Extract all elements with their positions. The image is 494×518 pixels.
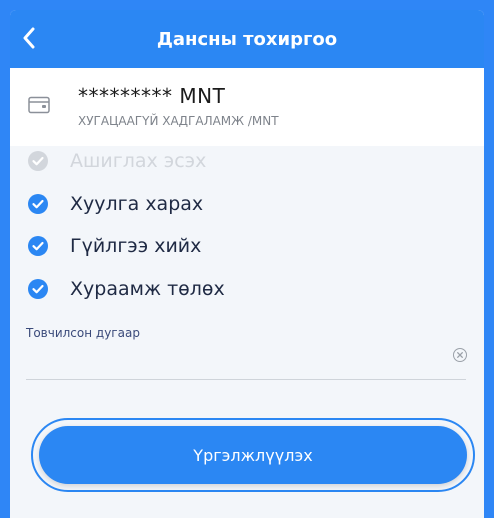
header-bar: Дансны тохиргоо — [10, 10, 484, 68]
permission-label: Хураамж төлөх — [70, 278, 225, 300]
permission-use-account: Ашиглах эсэх — [28, 149, 206, 173]
permission-pay-fee[interactable]: Хураамж төлөх — [28, 277, 225, 301]
account-settings-screen: Дансны тохиргоо ********* MNT ХУГАЦААГҮЙ… — [10, 10, 484, 518]
account-card: ********* MNT ХУГАЦААГҮЙ ХАДГАЛАМЖ /MNT — [10, 68, 484, 146]
back-button[interactable] — [16, 24, 42, 52]
short-number-input[interactable] — [26, 344, 466, 380]
permission-make-transaction[interactable]: Гүйлгээ хийх — [28, 234, 201, 258]
permission-view-statement[interactable]: Хуулга харах — [28, 192, 203, 216]
permission-label: Ашиглах эсэх — [70, 150, 207, 172]
check-circle-icon[interactable] — [28, 194, 48, 214]
continue-button[interactable]: Үргэлжлүүлэх — [39, 426, 467, 484]
account-type: ХУГАЦААГҮЙ ХАДГАЛАМЖ /MNT — [78, 114, 279, 128]
chevron-left-icon — [23, 27, 35, 49]
page-title: Дансны тохиргоо — [156, 28, 338, 50]
clear-icon[interactable] — [452, 347, 468, 363]
short-number-label: Товчилсон дугаар — [26, 326, 140, 340]
wallet-icon — [28, 96, 50, 114]
check-circle-icon[interactable] — [28, 279, 48, 299]
check-circle-icon[interactable] — [28, 236, 48, 256]
permission-label: Гүйлгээ хийх — [70, 235, 202, 257]
account-number: ********* MNT — [78, 84, 226, 108]
permission-label: Хуулга харах — [70, 193, 204, 215]
check-circle-icon — [28, 151, 48, 171]
